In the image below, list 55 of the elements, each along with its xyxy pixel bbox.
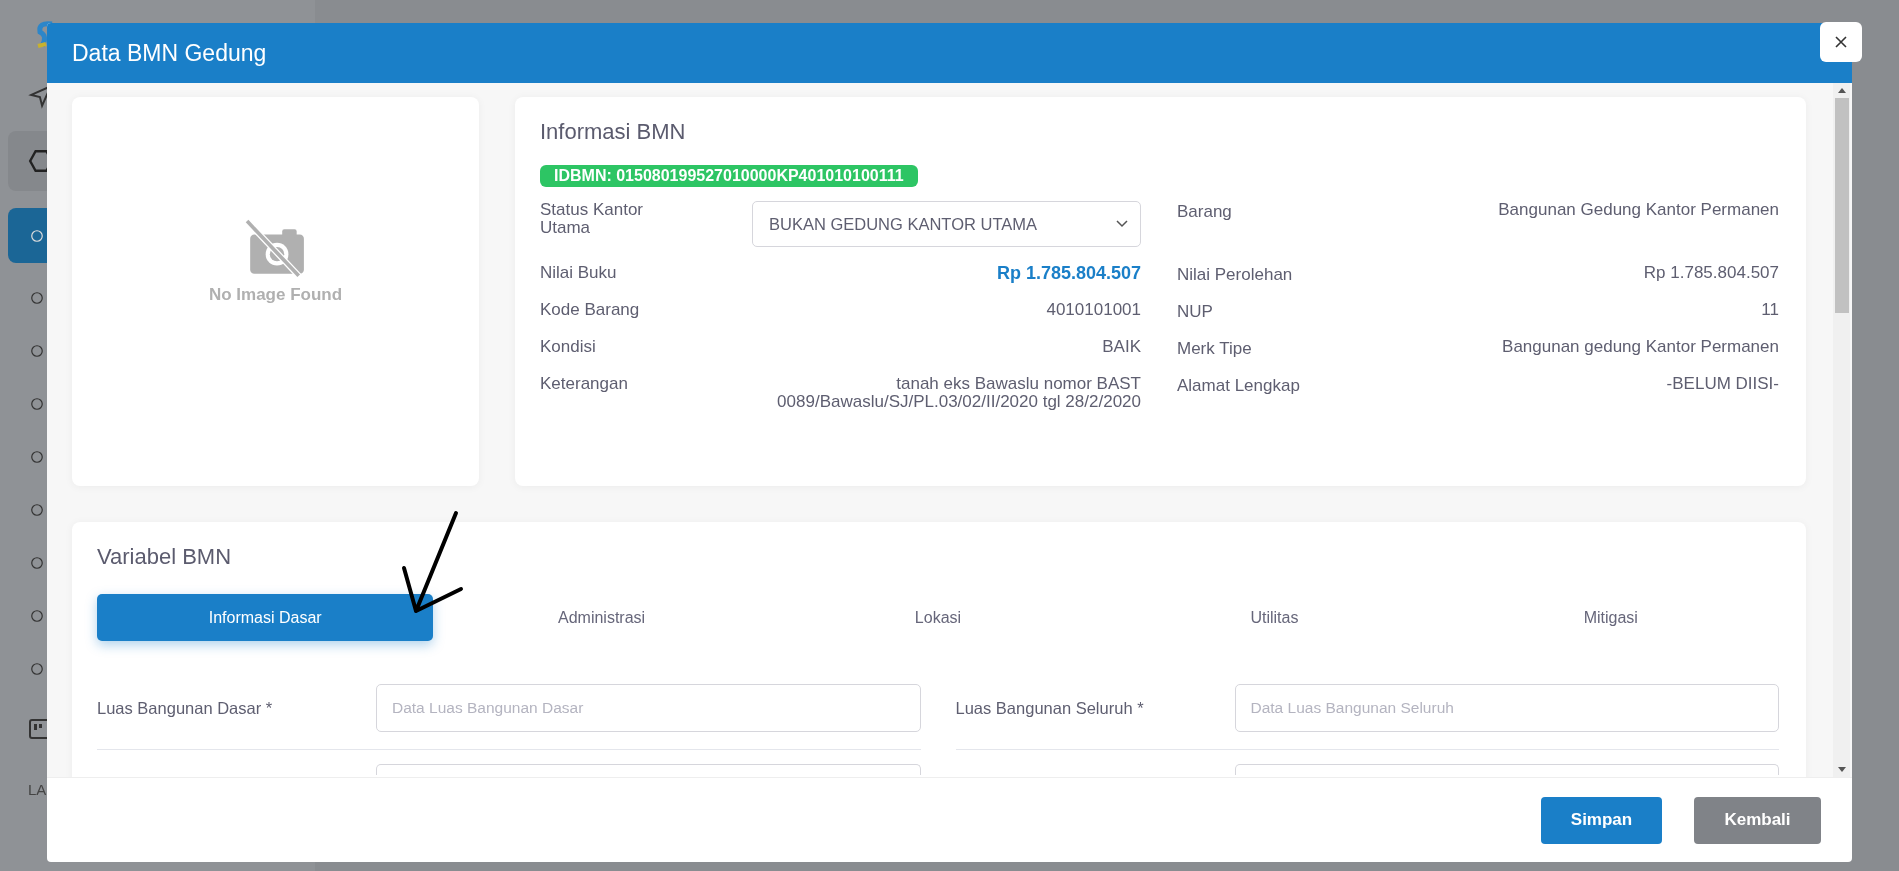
field-value: Rp 1.785.804.507 — [1642, 264, 1779, 282]
field-value: 11 — [1760, 301, 1779, 319]
field-label: NUP — [1176, 301, 1214, 321]
section-label: LA — [28, 781, 47, 798]
circle-icon — [28, 660, 46, 678]
circle-icon — [28, 395, 46, 413]
scrollbar-thumb[interactable] — [1834, 98, 1849, 313]
circle-icon — [28, 448, 46, 466]
field-label: Kondisi — [540, 338, 597, 356]
field-value: tanah eks Bawaslu nomor BAST 0089/Bawaslu/SJ/PL.03/02/II/2020 tgl 28/2/2020 — [776, 375, 1141, 411]
logo-icon — [34, 20, 54, 50]
card-title: Informasi BMN — [540, 119, 687, 145]
field-value: Bangunan Gedung Kantor Permanen — [1497, 201, 1779, 219]
input-field[interactable] — [376, 764, 921, 775]
field-label: Keterangan — [540, 375, 629, 393]
dropdown[interactable]: BUKAN GEDUNG KANTOR UTAMA — [752, 201, 1141, 247]
input-field[interactable] — [1234, 764, 1779, 775]
scroll-up-icon[interactable] — [1837, 88, 1846, 93]
field-label: Nilai Perolehan — [1176, 264, 1294, 284]
field-label: Merk Tipe — [1176, 338, 1253, 358]
field-label: Alamat Lengkap — [1176, 375, 1301, 395]
circle-icon — [28, 554, 46, 572]
chevron-down-icon — [1116, 220, 1128, 228]
field-label: Kode Barang — [540, 301, 641, 319]
scrollbar[interactable] — [1833, 83, 1850, 777]
field-label: Luas Bangunan Dasar * — [97, 698, 274, 718]
dialog-title: Data BMN Gedung — [72, 39, 267, 67]
tab[interactable]: Mitigasi — [1442, 594, 1779, 641]
card-title: Variabel BMN — [97, 544, 232, 569]
scroll-down-icon[interactable] — [1837, 767, 1846, 772]
field-value: 4010101001 — [1045, 301, 1141, 319]
field-label: Barang — [1176, 201, 1233, 221]
input-field[interactable]: Data Luas Bangunan Seluruh — [1234, 684, 1779, 732]
circle-icon — [28, 607, 46, 625]
tab[interactable]: Utilitas — [1106, 594, 1443, 641]
close-button[interactable] — [1820, 22, 1862, 62]
tab[interactable]: Lokasi — [769, 594, 1107, 641]
circle-icon — [28, 289, 46, 307]
field-value: Rp 1.785.804.507 — [995, 264, 1141, 282]
field-label: Luas Bangunan Seluruh * — [955, 698, 1145, 718]
id-badge: IDBMN: 015080199527010000KP401010100111 — [540, 165, 918, 187]
field-label: Status Kantor Utama — [540, 201, 644, 237]
close-icon — [1835, 36, 1847, 48]
tab[interactable]: Administrasi — [433, 594, 770, 641]
no-image-label: No Image Found — [208, 284, 343, 305]
input-field[interactable]: Data Luas Bangunan Dasar — [376, 684, 921, 732]
field-value: Bangunan gedung Kantor Permanen — [1501, 338, 1779, 356]
back-button[interactable]: Kembali — [1694, 796, 1821, 844]
field-value: -BELUM DIISI- — [1665, 375, 1779, 393]
circle-icon — [28, 342, 46, 360]
save-button[interactable]: Simpan — [1541, 796, 1662, 844]
field-value: BAIK — [1101, 338, 1141, 356]
field-label: Nilai Buku — [540, 264, 618, 282]
circle-icon — [28, 501, 46, 519]
tab[interactable]: Informasi Dasar — [97, 594, 434, 641]
